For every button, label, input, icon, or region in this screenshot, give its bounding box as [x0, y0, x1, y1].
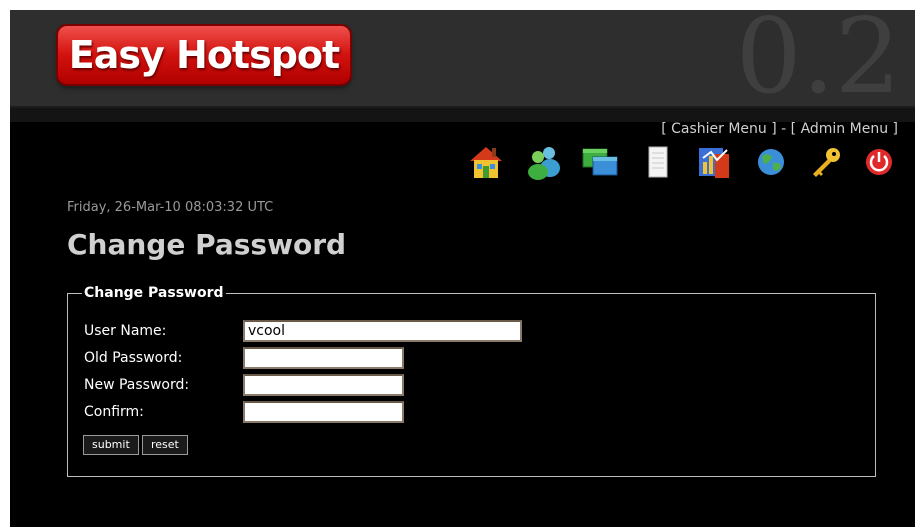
confirm-password-input[interactable]: [243, 401, 404, 423]
username-label: User Name:: [84, 323, 167, 339]
confirm-label: Confirm:: [84, 404, 144, 420]
header-separator: [10, 108, 915, 122]
new-password-label: New Password:: [84, 377, 190, 393]
key-icon[interactable]: [807, 144, 845, 180]
username-input[interactable]: [243, 320, 522, 342]
version-label: 0.2: [735, 10, 901, 108]
header: Easy Hotspot 0.2: [10, 10, 915, 108]
change-password-fieldset: Change Password User Name: Old Password:…: [67, 285, 876, 477]
users-icon[interactable]: [525, 144, 563, 180]
bracket-close: ]: [888, 121, 898, 137]
old-password-label: Old Password:: [84, 350, 183, 366]
page-frame: Easy Hotspot 0.2 [ Cashier Menu ] - [ Ad…: [10, 10, 915, 527]
nav-separator: ] - [: [766, 121, 801, 137]
bracket-open: [: [661, 121, 672, 137]
submit-button[interactable]: submit: [83, 435, 139, 455]
home-icon[interactable]: [467, 144, 505, 180]
logo[interactable]: Easy Hotspot: [58, 26, 350, 84]
page-title: Change Password: [67, 228, 347, 261]
globe-icon[interactable]: [752, 144, 790, 180]
fieldset-legend: Change Password: [82, 285, 226, 301]
admin-menu-link[interactable]: Admin Menu: [801, 121, 889, 137]
old-password-input[interactable]: [243, 347, 404, 369]
document-icon[interactable]: [639, 144, 677, 180]
reset-button[interactable]: reset: [142, 435, 188, 455]
power-icon[interactable]: [860, 144, 898, 180]
cashier-menu-link[interactable]: Cashier Menu: [671, 121, 767, 137]
top-navigation: [ Cashier Menu ] - [ Admin Menu ]: [661, 121, 898, 137]
reports-icon[interactable]: [695, 144, 733, 180]
new-password-input[interactable]: [243, 374, 404, 396]
windows-icon[interactable]: [581, 144, 619, 180]
datetime-text: Friday, 26-Mar-10 08:03:32 UTC: [67, 200, 274, 215]
